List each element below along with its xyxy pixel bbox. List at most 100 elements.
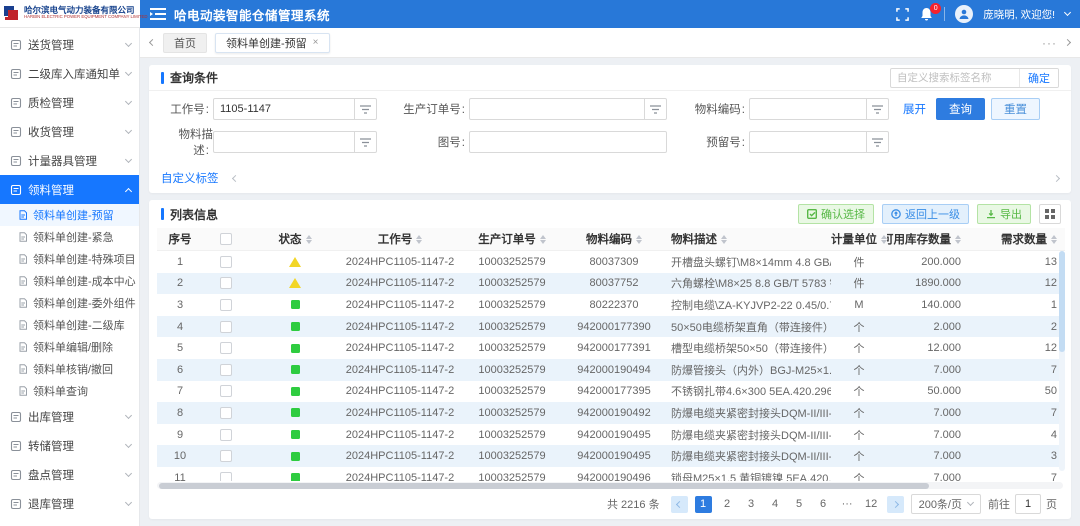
table-row[interactable]: 62024HPC1105-1147-2100032525799420001904… [157, 359, 1065, 381]
column-header-4[interactable]: 生产订单号 [459, 231, 565, 247]
sidebar-item-1[interactable]: 二级库入库通知单 [0, 59, 139, 88]
column-settings-icon[interactable] [1039, 204, 1061, 224]
confirm-tag-button[interactable]: 确定 [1019, 69, 1058, 87]
tags-scroll-left-icon[interactable] [231, 174, 238, 181]
page-button-6[interactable]: 6 [815, 496, 832, 513]
table-row[interactable]: 112024HPC1105-1147-210003252579942000190… [157, 467, 1065, 481]
sort-icon[interactable] [636, 235, 642, 244]
order-no-input[interactable] [469, 98, 645, 120]
sort-icon[interactable] [721, 235, 727, 244]
page-button-12[interactable]: 12 [863, 496, 880, 513]
table-row[interactable]: 92024HPC1105-1147-2100032525799420001904… [157, 424, 1065, 446]
close-tab-icon[interactable]: × [313, 37, 319, 48]
row-checkbox[interactable] [220, 407, 232, 419]
sidebar-item-7[interactable]: 转储管理 [0, 431, 139, 460]
page-button-2[interactable]: 2 [719, 496, 736, 513]
column-header-3[interactable]: 工作号 [341, 231, 459, 247]
reset-button[interactable]: 重置 [991, 98, 1040, 120]
custom-tag-input[interactable] [891, 72, 1019, 84]
page-button-3[interactable]: 3 [743, 496, 760, 513]
work-no-filter-icon[interactable] [355, 98, 377, 120]
reserve-no-input[interactable] [749, 131, 867, 153]
row-checkbox[interactable] [220, 256, 232, 268]
tab-1[interactable]: 领料单创建-预留× [215, 33, 330, 53]
tab-0[interactable]: 首页 [163, 33, 207, 53]
confirm-select-button[interactable]: 确认选择 [798, 204, 874, 224]
sidebar-subitem-5-3[interactable]: 领料单创建-成本中心 [0, 270, 139, 292]
next-page-button[interactable] [887, 496, 904, 513]
table-row[interactable]: 12024HPC1105-1147-21000325257980037309开槽… [157, 251, 1065, 273]
sidebar-item-9[interactable]: 退库管理 [0, 489, 139, 518]
chevron-down-icon[interactable] [1064, 9, 1071, 16]
column-header-8[interactable]: 可用库存数量 [887, 231, 979, 247]
row-checkbox[interactable] [220, 385, 232, 397]
row-checkbox[interactable] [220, 321, 232, 333]
table-row[interactable]: 42024HPC1105-1147-2100032525799420001773… [157, 316, 1065, 338]
sidebar-subitem-5-0[interactable]: 领料单创建-预留 [0, 204, 139, 226]
custom-tags-link[interactable]: 自定义标签 [161, 170, 219, 186]
sidebar-item-3[interactable]: 收货管理 [0, 117, 139, 146]
sidebar-subitem-5-5[interactable]: 领料单创建-二级库 [0, 314, 139, 336]
sidebar-item-4[interactable]: 计量器具管理 [0, 146, 139, 175]
row-checkbox[interactable] [220, 472, 232, 481]
sidebar-subitem-5-2[interactable]: 领料单创建-特殊项目 [0, 248, 139, 270]
column-header-5[interactable]: 物料编码 [565, 231, 663, 247]
table-row[interactable]: 102024HPC1105-1147-210003252579942000190… [157, 445, 1065, 467]
page-button-5[interactable]: 5 [791, 496, 808, 513]
table-row[interactable]: 72024HPC1105-1147-2100032525799420001773… [157, 381, 1065, 403]
sidebar-subitem-5-6[interactable]: 领料单编辑/删除 [0, 336, 139, 358]
collapse-menu-icon[interactable] [150, 8, 166, 20]
vertical-scrollbar[interactable] [1059, 251, 1065, 471]
column-header-2[interactable]: 状态 [249, 231, 341, 247]
order-no-filter-icon[interactable] [645, 98, 667, 120]
sidebar-item-6[interactable]: 出库管理 [0, 402, 139, 431]
column-header-7[interactable]: 计量单位 [831, 231, 887, 247]
column-header-6[interactable]: 物料描述 [663, 231, 831, 247]
sidebar-subitem-5-4[interactable]: 领料单创建-委外组件 [0, 292, 139, 314]
tab-scroll-left-icon[interactable] [150, 40, 155, 45]
sort-icon[interactable] [955, 235, 961, 244]
sidebar-subitem-5-1[interactable]: 领料单创建-紧急 [0, 226, 139, 248]
drawing-no-input[interactable] [469, 131, 667, 153]
sort-icon[interactable] [540, 235, 546, 244]
goto-page-input[interactable] [1015, 494, 1041, 514]
material-code-input[interactable] [749, 98, 867, 120]
sort-icon[interactable] [1051, 235, 1057, 244]
row-checkbox[interactable] [220, 364, 232, 376]
sidebar-item-0[interactable]: 送货管理 [0, 30, 139, 59]
table-row[interactable]: 52024HPC1105-1147-2100032525799420001773… [157, 337, 1065, 359]
sidebar-subitem-5-7[interactable]: 领料单核销/撤回 [0, 358, 139, 380]
table-row[interactable]: 22024HPC1105-1147-21000325257980037752六角… [157, 273, 1065, 295]
select-all-checkbox[interactable] [220, 233, 232, 245]
horizontal-scrollbar[interactable] [157, 482, 1063, 489]
tab-more-icon[interactable]: ··· [1042, 36, 1057, 50]
row-checkbox[interactable] [220, 299, 232, 311]
sidebar-subitem-5-8[interactable]: 领料单查询 [0, 380, 139, 402]
tab-scroll-right-icon[interactable] [1065, 40, 1070, 45]
page-size-select[interactable]: 200条/页 [911, 494, 981, 514]
back-button[interactable]: 返回上一级 [882, 204, 969, 224]
sidebar-item-8[interactable]: 盘点管理 [0, 460, 139, 489]
expand-link[interactable]: 展开 [903, 101, 926, 117]
sort-icon[interactable] [306, 235, 312, 244]
material-desc-input[interactable] [213, 131, 355, 153]
export-button[interactable]: 导出 [977, 204, 1031, 224]
sidebar-item-5[interactable]: 领料管理 [0, 175, 139, 204]
user-avatar[interactable] [955, 5, 973, 23]
notification-bell-icon[interactable]: 0 [919, 7, 934, 22]
row-checkbox[interactable] [220, 450, 232, 462]
column-header-9[interactable]: 需求数量 [979, 231, 1065, 247]
table-row[interactable]: 32024HPC1105-1147-21000325257980222370控制… [157, 294, 1065, 316]
fullscreen-icon[interactable] [896, 8, 909, 21]
page-button-1[interactable]: 1 [695, 496, 712, 513]
reserve-no-filter-icon[interactable] [867, 131, 889, 153]
prev-page-button[interactable] [671, 496, 688, 513]
material-desc-filter-icon[interactable] [355, 131, 377, 153]
row-checkbox[interactable] [220, 342, 232, 354]
material-code-filter-icon[interactable] [867, 98, 889, 120]
sidebar-item-2[interactable]: 质检管理 [0, 88, 139, 117]
tags-scroll-right-icon[interactable] [1053, 174, 1060, 181]
search-button[interactable]: 查询 [936, 98, 985, 120]
row-checkbox[interactable] [220, 277, 232, 289]
row-checkbox[interactable] [220, 429, 232, 441]
